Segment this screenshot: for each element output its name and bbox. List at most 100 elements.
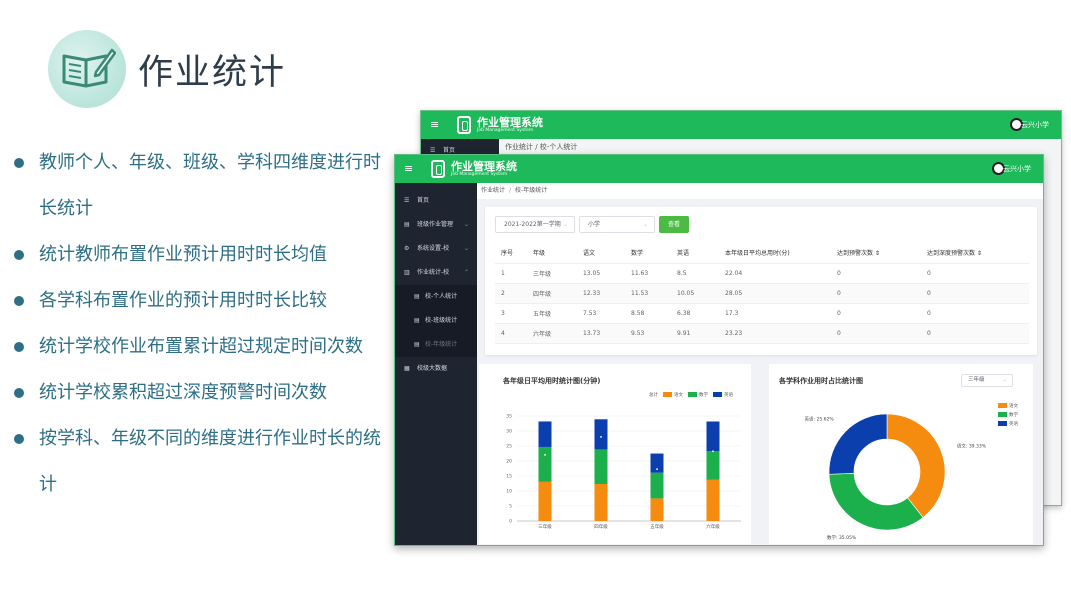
table-cell: 0 [921,323,1029,344]
breadcrumb-item[interactable]: 作业统计 [481,187,505,194]
list-item: 各学科布置作业的预计用时时长比较 [14,278,394,324]
chevron-down-icon: ⌄ [463,221,469,228]
bar-segment [706,451,720,480]
table-cell: 3 [495,303,527,324]
table-cell: 7.53 [577,303,625,324]
sidebar-item-class-homework[interactable]: ▤ 班级作业管理 ⌄ [395,213,477,237]
table-cell: 17.3 [719,303,831,324]
column-header: 序号 [495,243,527,264]
table-row[interactable]: 2 四年级 12.33 11.53 10.05 28.05 0 0 [495,283,1029,304]
bullet-dot-icon [14,342,24,352]
table-row[interactable]: 3 五年级 7.53 8.58 6.38 17.3 0 0 [495,303,1029,324]
user-name[interactable]: 云兴小学 [1003,164,1031,174]
table-cell: 0 [831,323,921,344]
table-cell: 8.58 [625,303,671,324]
back-user-name[interactable]: 云兴小学 [1021,120,1049,130]
chevron-down-icon: ⌄ [642,221,648,228]
list-item: 统计学校作业布置累计超过规定时间次数 [14,324,394,370]
level-select[interactable]: 小学 ⌄ [579,216,655,233]
donut-slice [828,413,888,475]
y-tick-label: 0 [509,519,512,525]
slice-label: 数学: 35.05% [827,534,857,541]
sidebar-item-settings[interactable]: ⚙ 系统设置-校 ⌄ [395,237,477,261]
total-point [712,450,714,453]
sidebar-item-grade-stats[interactable]: ▤ 校-年级统计 [395,333,477,357]
sidebar-item-home[interactable]: ☰ 首页 [395,189,477,213]
bar-segment [594,419,608,450]
table-cell: 五年级 [527,303,577,324]
table-cell: 13.73 [577,323,625,344]
book-pen-icon [62,48,116,88]
logo-icon [431,160,445,178]
back-breadcrumb: 作业统计 / 校-个人统计 [505,143,578,151]
x-tick-label: 六年级 [706,523,720,530]
table-cell: 0 [831,263,921,284]
breadcrumb-separator: / [509,187,512,194]
table-cell: 2 [495,283,527,304]
table-cell: 12.33 [577,283,625,304]
query-button[interactable]: 查看 [659,216,689,233]
sortable-column-header[interactable]: 达到预警次数 ⇕ [831,243,921,264]
doc-icon: ▤ [414,293,420,300]
y-tick-label: 20 [506,459,512,465]
y-tick-label: 5 [509,504,512,510]
donut-slice [886,413,946,518]
table-cell: 0 [831,283,921,304]
list-item: 统计学校累积超过深度预警时间次数 [14,370,394,416]
slice-label: 英语: 25.62% [805,416,835,423]
menu-icon[interactable]: ≡ [404,162,413,175]
bullet-dot-icon [14,388,24,398]
bullet-dot-icon [14,158,24,168]
bullet-dot-icon [14,296,24,306]
x-tick-label: 四年级 [594,523,608,530]
table-cell: 1 [495,263,527,284]
slide: 作业统计 教师个人、年级、班级、学科四维度进行时长统计 统计教师布置作业预计用时… [0,0,1071,599]
bar-chart-card: 各年级日平均用时统计图(分钟) 总计 语文 数学 英语 0 5 10 15 20 25 30 35 三… [479,364,751,544]
slice-label: 语文: 39.33% [957,443,987,450]
sortable-column-header[interactable]: 达到深度预警次数 ⇕ [921,243,1029,264]
chart-icon: ▥ [404,269,410,276]
table-cell: 0 [921,303,1029,324]
table-row[interactable]: 1 三年级 13.05 11.63 8.5 22.04 0 0 [495,263,1029,284]
table-row[interactable]: 4 六年级 13.73 9.53 9.91 23.23 0 0 [495,323,1029,344]
logo-icon [457,116,471,134]
y-tick-label: 10 [506,489,512,495]
bar-segment [650,498,664,521]
column-header: 英语 [671,243,719,264]
grid-icon: ▦ [404,365,410,372]
bar-segment [538,421,552,447]
pie-chart-card: 各学科作业用时占比统计图 三年级 ⌄ 语文 数学 英语 语文: 39.33% 数学:… [769,364,1033,544]
logo-subtitle: Job Management System [451,172,508,177]
bullet-dot-icon [14,434,24,444]
table-cell: 六年级 [527,323,577,344]
sidebar-item-big-data[interactable]: ▦ 校级大数据 [395,357,477,381]
app-window: ≡ 作业管理系统 Job Management System 云兴小学 ☰ 首页 … [394,154,1044,546]
sidebar-item-class-stats[interactable]: ▤ 校-班级统计 [395,309,477,333]
bullet-dot-icon [14,250,24,260]
breadcrumb: 作业统计 / 校-年级统计 [477,183,1043,199]
sidebar-item-personal-stats[interactable]: ▤ 校-个人统计 [395,285,477,309]
total-point [544,453,546,456]
column-header: 本年级日平均总用时(分) [719,243,831,264]
table-cell: 13.05 [577,263,625,284]
term-select[interactable]: 2021-2022第一学期 ⌄ [495,216,575,233]
donut-slice [828,472,924,531]
column-header: 数学 [625,243,671,264]
list-item: 按学科、年级不同的维度进行作业时长的统计 [14,416,394,508]
title-badge [48,30,126,108]
breadcrumb-item: 校-年级统计 [515,187,548,194]
column-header: 语文 [577,243,625,264]
table-cell: 四年级 [527,283,577,304]
app-header: ≡ 作业管理系统 Job Management System 云兴小学 [395,155,1043,183]
bar-segment [650,472,664,499]
menu-icon[interactable]: ≡ [430,118,439,131]
table-cell: 9.53 [625,323,671,344]
settings-icon: ⚙ [404,245,410,252]
table-cell: 0 [831,303,921,324]
bar-segment [594,449,608,485]
x-tick-label: 三年级 [538,523,552,530]
bar-segment [594,484,608,521]
sidebar-item-stats[interactable]: ▥ 作业统计-校 ⌃ [395,261,477,285]
table-cell: 6.38 [671,303,719,324]
main-content: 作业统计 / 校-年级统计 2021-2022第一学期 ⌄ 小学 ⌄ 查看 序号 年级 … [477,183,1043,545]
